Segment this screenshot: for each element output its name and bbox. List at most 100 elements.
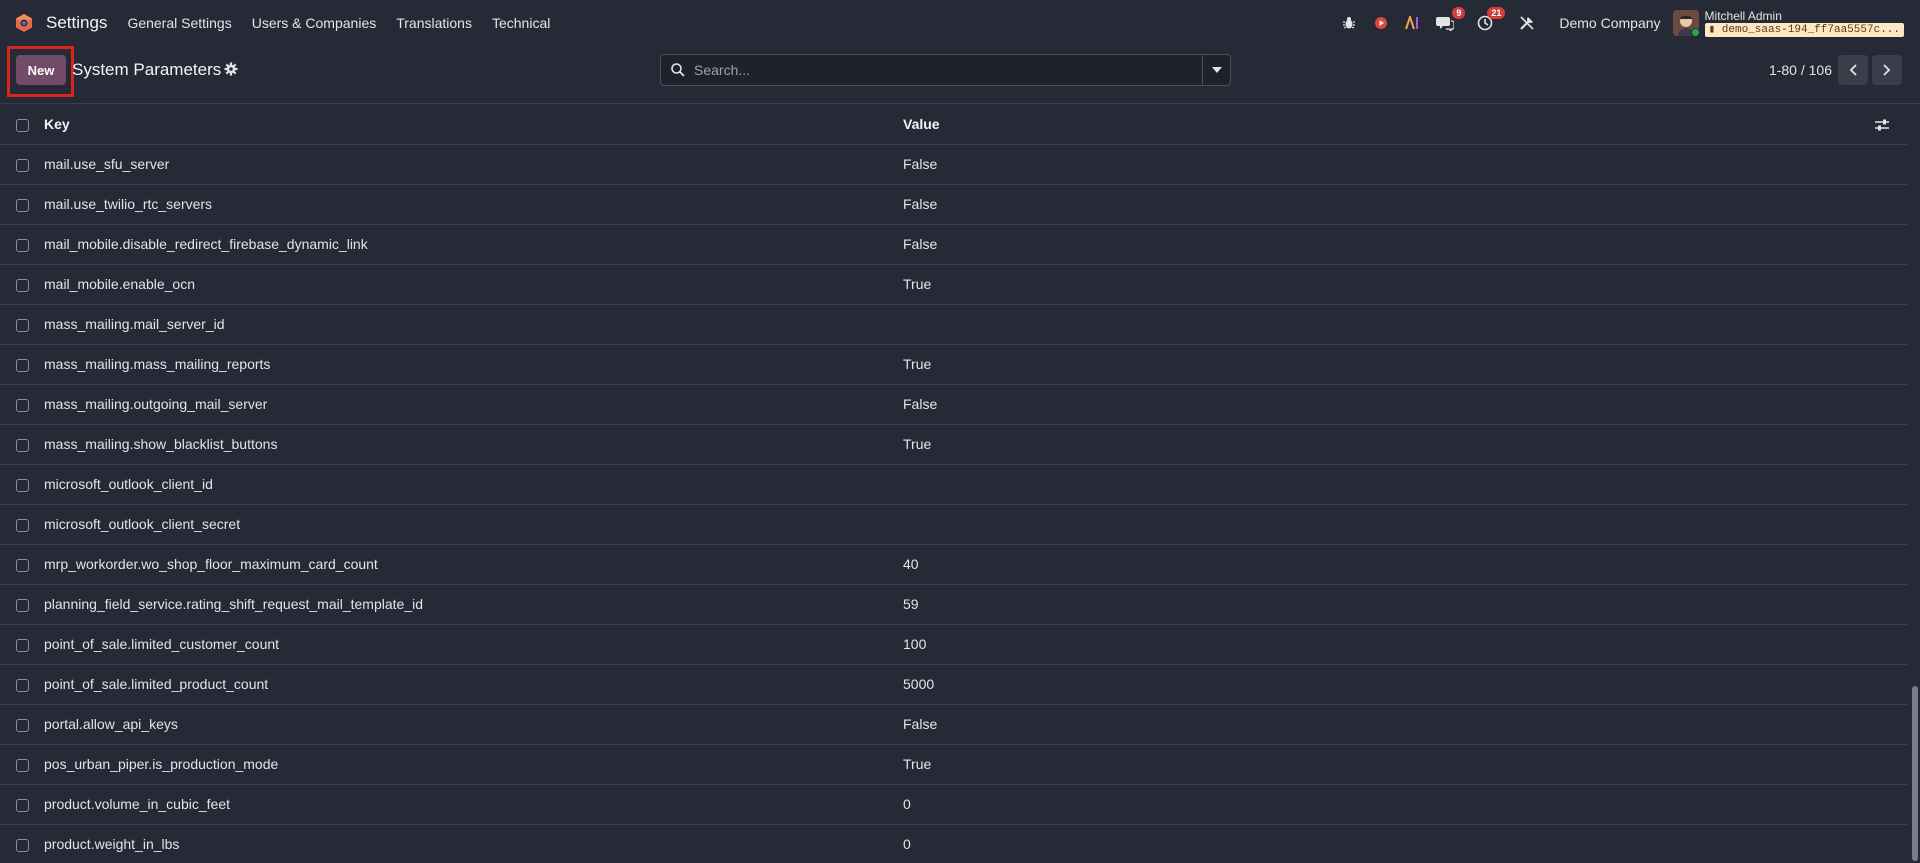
value-cell[interactable]: False <box>903 184 1858 225</box>
tools-icon[interactable] <box>1517 13 1537 33</box>
row-checkbox[interactable] <box>16 798 29 812</box>
row-checkbox[interactable] <box>16 838 29 852</box>
row-checkbox[interactable] <box>16 438 29 452</box>
table-row[interactable]: portal.allow_api_keys False <box>0 704 1908 745</box>
key-cell[interactable]: mail_mobile.disable_redirect_firebase_dy… <box>44 224 903 265</box>
key-cell[interactable]: point_of_sale.limited_product_count <box>44 664 903 705</box>
row-checkbox[interactable] <box>16 198 29 212</box>
menu-technical[interactable]: Technical <box>492 15 550 31</box>
value-cell[interactable]: 59 <box>903 584 1858 625</box>
key-cell[interactable]: mass_mailing.mass_mailing_reports <box>44 344 903 385</box>
select-all-checkbox[interactable] <box>16 118 29 132</box>
key-cell[interactable]: product.weight_in_lbs <box>44 824 903 863</box>
messages-icon[interactable]: 9 <box>1435 7 1466 33</box>
table-row[interactable]: mass_mailing.show_blacklist_buttons True <box>0 424 1908 465</box>
pager-next-button[interactable] <box>1872 55 1902 85</box>
table-row[interactable]: mass_mailing.outgoing_mail_server False <box>0 384 1908 425</box>
search-options-toggle[interactable] <box>1202 55 1230 85</box>
key-cell[interactable]: mass_mailing.outgoing_mail_server <box>44 384 903 425</box>
bug-icon[interactable] <box>1339 13 1359 33</box>
row-checkbox[interactable] <box>16 518 29 532</box>
key-cell[interactable]: planning_field_service.rating_shift_requ… <box>44 584 903 625</box>
ai-icon[interactable] <box>1403 13 1423 33</box>
value-cell[interactable]: True <box>903 264 1858 305</box>
gear-icon[interactable] <box>224 62 240 78</box>
value-cell[interactable]: True <box>903 344 1858 385</box>
search-input[interactable] <box>686 55 1202 85</box>
table-row[interactable]: mrp_workorder.wo_shop_floor_maximum_card… <box>0 544 1908 585</box>
value-cell[interactable]: 100 <box>903 624 1858 665</box>
pager-value[interactable]: 1-80 / 106 <box>1769 62 1832 78</box>
value-cell[interactable]: 5000 <box>903 664 1858 705</box>
table-row[interactable]: mass_mailing.mail_server_id <box>0 304 1908 345</box>
column-header-key[interactable]: Key <box>44 104 903 145</box>
value-cell[interactable]: False <box>903 384 1858 425</box>
app-title[interactable]: Settings <box>46 13 107 33</box>
menu-general-settings[interactable]: General Settings <box>127 15 231 31</box>
menu-translations[interactable]: Translations <box>396 15 472 31</box>
row-checkbox[interactable] <box>16 598 29 612</box>
key-cell[interactable]: microsoft_outlook_client_secret <box>44 504 903 545</box>
value-cell[interactable]: True <box>903 424 1858 465</box>
column-header-value[interactable]: Value <box>903 104 1858 145</box>
value-cell[interactable]: 0 <box>903 784 1858 825</box>
row-checkbox[interactable] <box>16 678 29 692</box>
key-cell[interactable]: mail_mobile.enable_ocn <box>44 264 903 305</box>
table-row[interactable]: microsoft_outlook_client_secret <box>0 504 1908 545</box>
key-cell[interactable]: mass_mailing.show_blacklist_buttons <box>44 424 903 465</box>
value-cell[interactable]: True <box>903 744 1858 785</box>
row-checkbox[interactable] <box>16 638 29 652</box>
value-cell[interactable] <box>903 464 1858 505</box>
key-cell[interactable]: mail.use_sfu_server <box>44 144 903 185</box>
table-row[interactable]: point_of_sale.limited_customer_count 100 <box>0 624 1908 665</box>
row-checkbox[interactable] <box>16 558 29 572</box>
settings-app-icon[interactable] <box>14 13 34 33</box>
value-cell[interactable]: False <box>903 704 1858 745</box>
table-row[interactable]: mail_mobile.disable_redirect_firebase_dy… <box>0 224 1908 265</box>
row-checkbox[interactable] <box>16 718 29 732</box>
key-cell[interactable]: mrp_workorder.wo_shop_floor_maximum_card… <box>44 544 903 585</box>
table-row[interactable]: planning_field_service.rating_shift_requ… <box>0 584 1908 625</box>
key-cell[interactable]: mass_mailing.mail_server_id <box>44 304 903 345</box>
table-row[interactable]: mail.use_twilio_rtc_servers False <box>0 184 1908 225</box>
sliders-icon[interactable] <box>1874 118 1890 132</box>
row-checkbox[interactable] <box>16 398 29 412</box>
key-cell[interactable]: mail.use_twilio_rtc_servers <box>44 184 903 225</box>
pager-previous-button[interactable] <box>1838 55 1868 85</box>
table-row[interactable]: product.weight_in_lbs 0 <box>0 824 1908 863</box>
key-cell[interactable]: pos_urban_piper.is_production_mode <box>44 744 903 785</box>
table-row[interactable]: mail.use_sfu_server False <box>0 144 1908 185</box>
activities-icon[interactable]: 21 <box>1475 7 1506 33</box>
value-cell[interactable]: False <box>903 144 1858 185</box>
row-checkbox[interactable] <box>16 238 29 252</box>
new-button[interactable]: New <box>16 55 66 85</box>
key-cell[interactable]: portal.allow_api_keys <box>44 704 903 745</box>
key-cell[interactable]: point_of_sale.limited_customer_count <box>44 624 903 665</box>
value-cell[interactable]: False <box>903 224 1858 265</box>
value-cell[interactable] <box>903 304 1858 345</box>
user-avatar[interactable] <box>1672 10 1699 36</box>
key-cell[interactable]: product.volume_in_cubic_feet <box>44 784 903 825</box>
row-checkbox[interactable] <box>16 278 29 292</box>
table-row[interactable]: point_of_sale.limited_product_count 5000 <box>0 664 1908 705</box>
value-cell[interactable]: 0 <box>903 824 1858 863</box>
row-checkbox[interactable] <box>16 358 29 372</box>
row-checkbox[interactable] <box>16 158 29 172</box>
row-checkbox[interactable] <box>16 758 29 772</box>
table-row[interactable]: microsoft_outlook_client_id <box>0 464 1908 505</box>
value-cell[interactable] <box>903 504 1858 545</box>
vertical-scrollbar[interactable] <box>1910 104 1918 863</box>
key-cell[interactable]: microsoft_outlook_client_id <box>44 464 903 505</box>
row-checkbox[interactable] <box>16 318 29 332</box>
table-row[interactable]: product.volume_in_cubic_feet 0 <box>0 784 1908 825</box>
row-checkbox[interactable] <box>16 478 29 492</box>
company-switcher[interactable]: Demo Company <box>1559 15 1660 31</box>
table-row[interactable]: mass_mailing.mass_mailing_reports True <box>0 344 1908 385</box>
table-row[interactable]: pos_urban_piper.is_production_mode True <box>0 744 1908 785</box>
value-cell[interactable]: 40 <box>903 544 1858 585</box>
record-icon[interactable] <box>1371 13 1391 33</box>
table-row[interactable]: mail_mobile.enable_ocn True <box>0 264 1908 305</box>
user-menu[interactable]: Mitchell Admin ▮ demo_saas-194_ff7aa5557… <box>1704 9 1904 37</box>
menu-users-companies[interactable]: Users & Companies <box>252 15 377 31</box>
scrollbar-thumb[interactable] <box>1912 686 1918 861</box>
